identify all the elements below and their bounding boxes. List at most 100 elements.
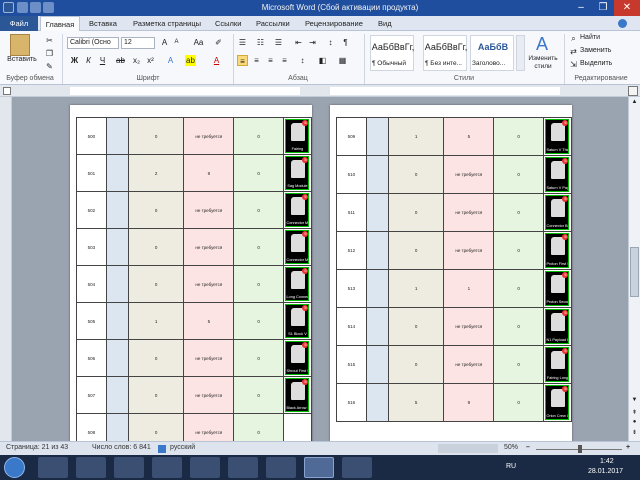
font-size-combo[interactable]: 12 bbox=[121, 37, 155, 49]
tab-selector-icon[interactable] bbox=[3, 87, 11, 95]
increase-indent-icon[interactable]: ⇥ bbox=[307, 37, 318, 48]
change-case-icon[interactable]: Aa bbox=[193, 37, 204, 48]
undo-icon[interactable] bbox=[30, 2, 41, 13]
align-right-icon[interactable]: ≡ bbox=[265, 55, 276, 66]
paste-icon[interactable] bbox=[10, 34, 30, 56]
paste-button-label[interactable]: Вставить bbox=[5, 56, 39, 63]
clear-format-icon[interactable]: ✐ bbox=[213, 37, 224, 48]
align-center-icon[interactable]: ≡ bbox=[251, 55, 262, 66]
tab-references[interactable]: Ссылки bbox=[215, 16, 241, 31]
replace-icon[interactable]: ⇄ bbox=[568, 46, 579, 57]
ruler-toggle-icon[interactable] bbox=[628, 86, 638, 96]
explorer-icon[interactable] bbox=[38, 457, 68, 478]
paint-icon[interactable] bbox=[342, 457, 372, 478]
language-tray[interactable]: RU bbox=[506, 463, 516, 470]
underline-button[interactable]: Ч bbox=[97, 55, 108, 66]
maximize-button[interactable]: ❐ bbox=[592, 0, 614, 16]
tab-file[interactable]: Файл bbox=[0, 16, 38, 31]
highlight-icon[interactable]: ab bbox=[185, 55, 196, 66]
chrome-icon[interactable] bbox=[76, 457, 106, 478]
tab-page-layout[interactable]: Разметка страницы bbox=[133, 16, 201, 31]
page-counter[interactable]: Страница: 21 из 43 bbox=[6, 444, 68, 451]
format-painter-icon[interactable]: ✎ bbox=[44, 61, 55, 72]
part-badge: 5 bbox=[302, 305, 309, 311]
part-label: Connector Medium to Small bbox=[286, 221, 309, 225]
minimize-button[interactable]: – bbox=[570, 0, 592, 16]
style-no-spacing[interactable]: АаБбВвГг, ¶ Без инте... bbox=[423, 35, 467, 71]
language-indicator[interactable]: русский bbox=[170, 444, 195, 451]
cut-icon[interactable]: ✂ bbox=[44, 35, 55, 46]
style-normal[interactable]: АаБбВвГг, ¶ Обычный bbox=[370, 35, 414, 71]
app-icon[interactable] bbox=[190, 457, 220, 478]
superscript-icon[interactable]: x² bbox=[145, 55, 156, 66]
subscript-icon[interactable]: x₂ bbox=[131, 55, 142, 66]
strikethrough-icon[interactable]: ab bbox=[115, 55, 126, 66]
save-icon[interactable] bbox=[17, 2, 28, 13]
close-button[interactable]: ✕ bbox=[614, 0, 640, 16]
row-part-image: Long Connector Medium to Medium 5 bbox=[282, 265, 312, 303]
row-requirement: не требуется bbox=[443, 193, 495, 232]
tab-view[interactable]: Вид bbox=[378, 16, 392, 31]
view-buttons[interactable] bbox=[438, 444, 498, 453]
tab-review[interactable]: Рецензирование bbox=[305, 16, 363, 31]
justify-icon[interactable]: ≡ bbox=[279, 55, 290, 66]
next-page-icon[interactable]: ⇟ bbox=[630, 429, 639, 438]
scroll-up-icon[interactable]: ▲ bbox=[630, 99, 639, 108]
app-icon[interactable] bbox=[228, 457, 258, 478]
tab-insert[interactable]: Вставка bbox=[89, 16, 117, 31]
clock-date[interactable]: 28.01.2017 bbox=[588, 468, 623, 475]
vertical-scrollbar[interactable]: ▲ ▼ ⇞ ● ⇟ bbox=[628, 97, 640, 441]
word-count[interactable]: Число слов: 6 841 bbox=[92, 444, 151, 451]
word-logo-icon[interactable] bbox=[3, 2, 14, 13]
zoom-in-icon[interactable]: + bbox=[626, 444, 630, 451]
grow-font-icon[interactable]: A bbox=[159, 37, 170, 48]
row-quantity: 0 bbox=[127, 191, 185, 229]
zoom-slider-thumb[interactable] bbox=[578, 445, 582, 453]
style-heading[interactable]: АаБбВ Заголово... bbox=[470, 35, 514, 71]
replace-button[interactable]: Заменить bbox=[580, 47, 611, 54]
prev-page-icon[interactable]: ⇞ bbox=[630, 409, 639, 418]
proofing-icon[interactable] bbox=[158, 445, 166, 453]
bullets-icon[interactable]: ☰ bbox=[237, 37, 248, 48]
clock-time[interactable]: 1:42 bbox=[600, 458, 614, 465]
zoom-out-icon[interactable]: – bbox=[526, 444, 530, 451]
shading-icon[interactable]: ◧ bbox=[317, 55, 328, 66]
text-effects-icon[interactable]: A bbox=[165, 55, 176, 66]
media-player-icon[interactable] bbox=[114, 457, 144, 478]
bold-button[interactable]: Ж bbox=[69, 55, 80, 66]
help-icon[interactable] bbox=[618, 19, 627, 28]
tab-mailings[interactable]: Рассылки bbox=[256, 16, 290, 31]
skype-icon[interactable] bbox=[152, 457, 182, 478]
copy-icon[interactable]: ❐ bbox=[44, 48, 55, 59]
part-badge: 5 bbox=[562, 386, 569, 392]
row-requirement: не требуется bbox=[183, 265, 235, 303]
browse-object-icon[interactable]: ● bbox=[630, 419, 639, 428]
change-styles-icon[interactable]: A bbox=[532, 34, 552, 54]
line-spacing-icon[interactable]: ↕ bbox=[297, 55, 308, 66]
shrink-font-icon[interactable]: A bbox=[171, 37, 182, 48]
find-button[interactable]: Найти bbox=[580, 34, 600, 41]
sort-icon[interactable]: ↕ bbox=[325, 37, 336, 48]
align-left-icon[interactable]: ≡ bbox=[237, 55, 248, 66]
borders-icon[interactable]: ▦ bbox=[337, 55, 348, 66]
italic-button[interactable]: К bbox=[83, 55, 94, 66]
numbering-icon[interactable]: ☷ bbox=[255, 37, 266, 48]
decrease-indent-icon[interactable]: ⇤ bbox=[293, 37, 304, 48]
word-taskbar-icon[interactable] bbox=[304, 457, 334, 478]
scroll-thumb[interactable] bbox=[630, 247, 639, 297]
select-button[interactable]: Выделить bbox=[580, 60, 612, 67]
change-styles-button[interactable]: Изменить стили bbox=[524, 55, 562, 71]
style-name: ¶ Без инте... bbox=[425, 60, 462, 67]
font-color-button[interactable]: А bbox=[211, 55, 222, 66]
redo-icon[interactable] bbox=[43, 2, 54, 13]
scroll-down-icon[interactable]: ▼ bbox=[630, 397, 639, 406]
show-marks-icon[interactable]: ¶ bbox=[340, 37, 351, 48]
tab-home[interactable]: Главная bbox=[40, 16, 80, 31]
select-icon[interactable]: ⇲ bbox=[568, 59, 579, 70]
font-name-combo[interactable]: Calibri (Осно bbox=[67, 37, 119, 49]
zoom-level[interactable]: 50% bbox=[504, 444, 518, 451]
find-icon[interactable]: ⌕ bbox=[568, 33, 579, 44]
multilevel-list-icon[interactable]: ☰ bbox=[273, 37, 284, 48]
app-icon[interactable] bbox=[266, 457, 296, 478]
start-button-icon[interactable] bbox=[4, 457, 25, 478]
